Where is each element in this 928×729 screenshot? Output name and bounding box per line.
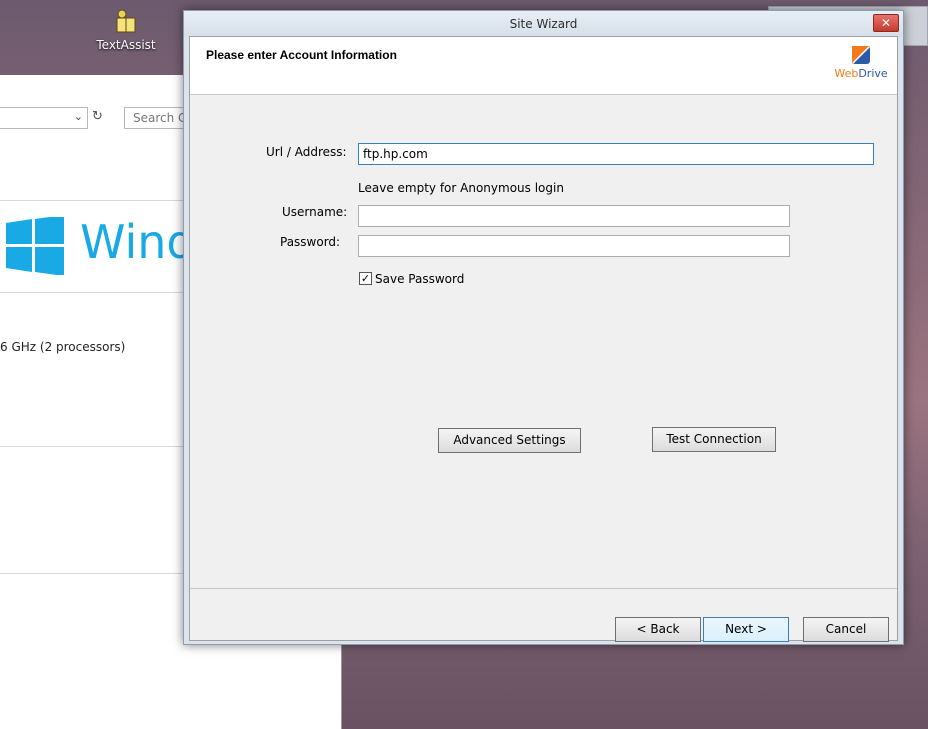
divider bbox=[0, 573, 190, 574]
title-bar[interactable]: Site Wizard ✕ bbox=[184, 11, 903, 37]
windows-brand-text: Wind bbox=[80, 215, 196, 269]
save-password-checkbox[interactable]: ✓ bbox=[359, 272, 372, 285]
brand-web: Web bbox=[834, 67, 859, 80]
url-field[interactable]: ftp.hp.com bbox=[358, 143, 874, 165]
wizard-header: Please enter Account Information WebDriv… bbox=[190, 37, 897, 95]
webdrive-logo: WebDrive bbox=[831, 45, 891, 87]
back-button[interactable]: < Back bbox=[615, 617, 701, 642]
close-button[interactable]: ✕ bbox=[873, 14, 899, 32]
divider bbox=[0, 292, 190, 293]
wizard-content: Please enter Account Information WebDriv… bbox=[189, 36, 898, 642]
book-icon bbox=[116, 9, 136, 33]
next-button[interactable]: Next > bbox=[703, 617, 789, 642]
password-label: Password: bbox=[280, 235, 341, 249]
url-label: Url / Address: bbox=[266, 145, 347, 159]
site-wizard-dialog: Site Wizard ✕ Please enter Account Infor… bbox=[183, 10, 904, 645]
password-field[interactable] bbox=[358, 235, 790, 257]
windows-logo-icon bbox=[6, 217, 64, 275]
refresh-icon[interactable]: ↻ bbox=[92, 109, 108, 127]
desktop-icon-textassist[interactable]: TextAssist bbox=[96, 8, 156, 52]
desktop-icon-label: TextAssist bbox=[96, 38, 156, 52]
brand-drive: Drive bbox=[858, 67, 888, 80]
save-password-label[interactable]: Save Password bbox=[375, 272, 464, 286]
cancel-button[interactable]: Cancel bbox=[803, 617, 889, 642]
username-label: Username: bbox=[282, 205, 348, 219]
webdrive-logo-icon bbox=[852, 46, 870, 64]
address-bar[interactable]: ⌄ bbox=[0, 107, 88, 129]
webdrive-brand: WebDrive bbox=[831, 67, 891, 80]
divider bbox=[0, 446, 190, 447]
window-title: Site Wizard bbox=[509, 17, 578, 31]
anonymous-login-hint: Leave empty for Anonymous login bbox=[358, 181, 564, 195]
processor-info: 6 GHz (2 processors) bbox=[0, 340, 126, 354]
divider bbox=[0, 200, 190, 201]
advanced-settings-button[interactable]: Advanced Settings bbox=[438, 428, 581, 453]
page-title: Please enter Account Information bbox=[206, 48, 397, 62]
username-field[interactable] bbox=[358, 205, 790, 227]
chevron-down-icon[interactable]: ⌄ bbox=[74, 110, 83, 123]
footer-divider bbox=[190, 588, 897, 589]
test-connection-button[interactable]: Test Connection bbox=[652, 427, 776, 452]
